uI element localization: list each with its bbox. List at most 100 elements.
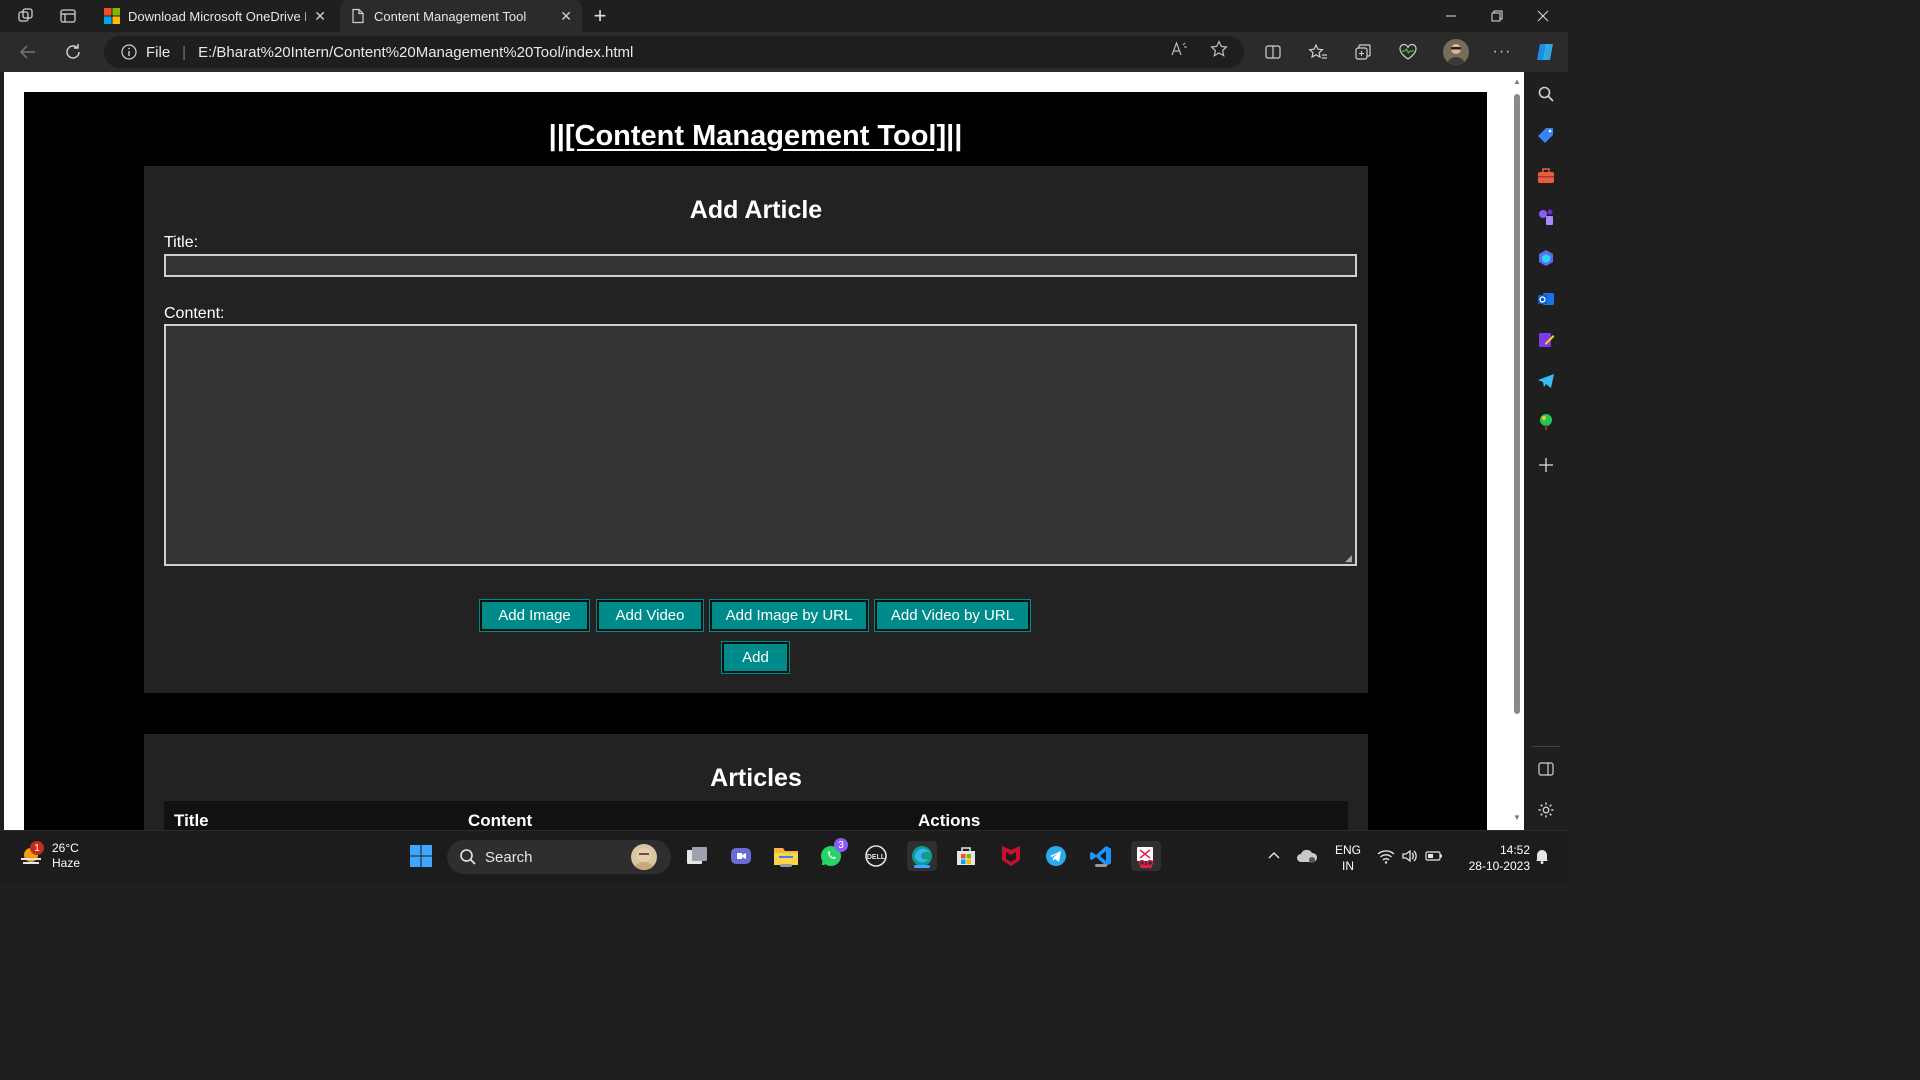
- new-tab-button[interactable]: +: [590, 3, 610, 29]
- tab-label: Content Management Tool: [374, 8, 527, 24]
- web-page-viewport: ||[Content Management Tool]|| Add Articl…: [4, 72, 1524, 830]
- weather-widget[interactable]: 1 26°C Haze: [18, 841, 80, 871]
- column-header-content: Content: [468, 811, 533, 830]
- telegram-sidebar-icon[interactable]: [1535, 370, 1557, 392]
- page-body: ||[Content Management Tool]|| Add Articl…: [24, 92, 1487, 830]
- notification-bell-icon[interactable]: [1532, 842, 1552, 870]
- edge-browser-icon[interactable]: [907, 841, 937, 871]
- shopping-tag-icon[interactable]: [1535, 124, 1557, 146]
- microsoft-365-icon[interactable]: [1535, 247, 1557, 269]
- favorites-icon[interactable]: [1306, 40, 1330, 64]
- windows-taskbar: 1 26°C Haze Search 3 DELL ENG IN 14:52 2…: [0, 830, 1568, 883]
- articles-heading: Articles: [710, 764, 802, 792]
- language-code: ENG: [1334, 843, 1361, 857]
- volume-icon[interactable]: [1398, 842, 1422, 870]
- add-article-section: Add Article Title: Content: ◢ Add Image …: [144, 166, 1368, 693]
- info-icon[interactable]: [120, 43, 138, 61]
- browser-toolbar: File | E:/Bharat%20Intern/Content%20Mana…: [0, 32, 1568, 72]
- collections-icon[interactable]: [1351, 40, 1375, 64]
- more-options-icon[interactable]: ···: [1490, 40, 1514, 64]
- microsoft-logo-icon: [104, 8, 120, 24]
- region-code: IN: [1342, 859, 1354, 873]
- tab-label: Download Microsoft OneDrive M: [128, 8, 306, 24]
- active-app-indicator: [914, 865, 930, 868]
- content-textarea[interactable]: ◢: [164, 324, 1357, 566]
- content-label: Content:: [164, 305, 225, 322]
- tab-onedrive[interactable]: Download Microsoft OneDrive M ✕: [94, 0, 336, 32]
- profile-avatar[interactable]: [1443, 39, 1469, 65]
- articles-table-header: Title Content Actions: [164, 801, 1348, 830]
- teams-chat-icon[interactable]: [727, 842, 755, 870]
- browser-essentials-icon[interactable]: [1396, 40, 1420, 64]
- search-placeholder: Search: [485, 848, 533, 866]
- read-aloud-icon[interactable]: [1168, 39, 1190, 59]
- close-tab-icon[interactable]: ✕: [560, 8, 572, 25]
- active-app-indicator: [1140, 865, 1152, 868]
- add-sidebar-app-icon[interactable]: [1535, 454, 1557, 476]
- page-scrollbar[interactable]: ▲ ▼: [1510, 72, 1524, 830]
- search-icon: [459, 848, 477, 866]
- restore-icon[interactable]: [1474, 0, 1520, 32]
- clock-time: 14:52: [1499, 843, 1530, 857]
- split-screen-icon[interactable]: [1261, 40, 1285, 64]
- onedrive-cloud-icon[interactable]: [1295, 842, 1319, 870]
- taskbar-search-box[interactable]: Search: [447, 840, 671, 874]
- sidebar-divider: [1532, 746, 1560, 747]
- windows-start-icon[interactable]: [407, 842, 435, 870]
- refresh-icon[interactable]: [61, 40, 85, 64]
- scroll-up-arrow-icon[interactable]: ▲: [1513, 78, 1521, 86]
- favorite-star-icon[interactable]: [1208, 39, 1230, 59]
- url-text[interactable]: E:/Bharat%20Intern/Content%20Management%…: [198, 44, 633, 61]
- task-view-icon[interactable]: [683, 842, 711, 870]
- scrollbar-thumb[interactable]: [1514, 94, 1520, 714]
- page-title: ||[Content Management Tool]||: [548, 120, 963, 152]
- add-video-button[interactable]: Add Video: [596, 599, 704, 632]
- whatsapp-icon[interactable]: 3: [817, 838, 848, 870]
- title-label: Title:: [164, 234, 199, 251]
- sidebar-settings-gear-icon[interactable]: [1535, 799, 1557, 821]
- close-window-icon[interactable]: [1520, 0, 1566, 32]
- tools-briefcase-icon[interactable]: [1535, 165, 1557, 187]
- add-image-by-url-button[interactable]: Add Image by URL: [709, 599, 869, 632]
- tab-content-management-tool[interactable]: Content Management Tool ✕: [340, 0, 582, 32]
- column-header-title: Title: [174, 811, 209, 830]
- show-hidden-icons-chevron-icon[interactable]: [1262, 842, 1286, 870]
- copilot-icon[interactable]: [1533, 40, 1557, 64]
- battery-icon[interactable]: [1422, 842, 1446, 870]
- outlook-icon[interactable]: [1535, 288, 1557, 310]
- telegram-icon[interactable]: [1042, 842, 1070, 870]
- weather-haze-icon: 1: [18, 841, 44, 869]
- close-tab-icon[interactable]: ✕: [314, 8, 326, 25]
- add-video-by-url-button[interactable]: Add Video by URL: [874, 599, 1031, 632]
- language-indicator[interactable]: ENG IN: [1330, 842, 1366, 874]
- back-arrow-icon[interactable]: [16, 40, 40, 64]
- file-explorer-icon[interactable]: [772, 842, 800, 870]
- games-icon[interactable]: [1535, 206, 1557, 228]
- tab-actions-icon[interactable]: [58, 6, 78, 26]
- mcafee-icon[interactable]: [997, 842, 1025, 870]
- drop-notes-icon[interactable]: [1535, 329, 1557, 351]
- edge-sidebar: [1524, 72, 1568, 830]
- add-image-button[interactable]: Add Image: [479, 599, 590, 632]
- dell-icon[interactable]: DELL: [862, 842, 890, 870]
- whatsapp-badge: 3: [834, 838, 848, 852]
- running-indicator: [1095, 864, 1107, 867]
- scroll-down-arrow-icon[interactable]: ▼: [1513, 814, 1521, 822]
- add-article-button[interactable]: Add: [721, 641, 790, 674]
- workspaces-icon[interactable]: [16, 6, 36, 26]
- title-input[interactable]: [164, 254, 1357, 277]
- column-header-actions: Actions: [918, 811, 981, 830]
- browser-tab-strip: Download Microsoft OneDrive M ✕ Content …: [0, 0, 1568, 32]
- microsoft-store-icon[interactable]: [952, 842, 980, 870]
- taskbar-clock[interactable]: 14:52 28-10-2023: [1454, 842, 1530, 874]
- tree-app-icon[interactable]: [1535, 411, 1557, 433]
- sidebar-search-icon[interactable]: [1535, 83, 1557, 105]
- resize-grip-icon[interactable]: ◢: [1345, 554, 1353, 563]
- vscode-icon[interactable]: [1087, 842, 1115, 870]
- hide-sidebar-icon[interactable]: [1535, 758, 1557, 780]
- address-bar[interactable]: File | E:/Bharat%20Intern/Content%20Mana…: [104, 36, 1244, 68]
- snipping-tool-icon[interactable]: [1131, 841, 1161, 871]
- weather-condition: Haze: [52, 856, 81, 870]
- minimize-icon[interactable]: [1428, 0, 1474, 32]
- wifi-icon[interactable]: [1374, 842, 1398, 870]
